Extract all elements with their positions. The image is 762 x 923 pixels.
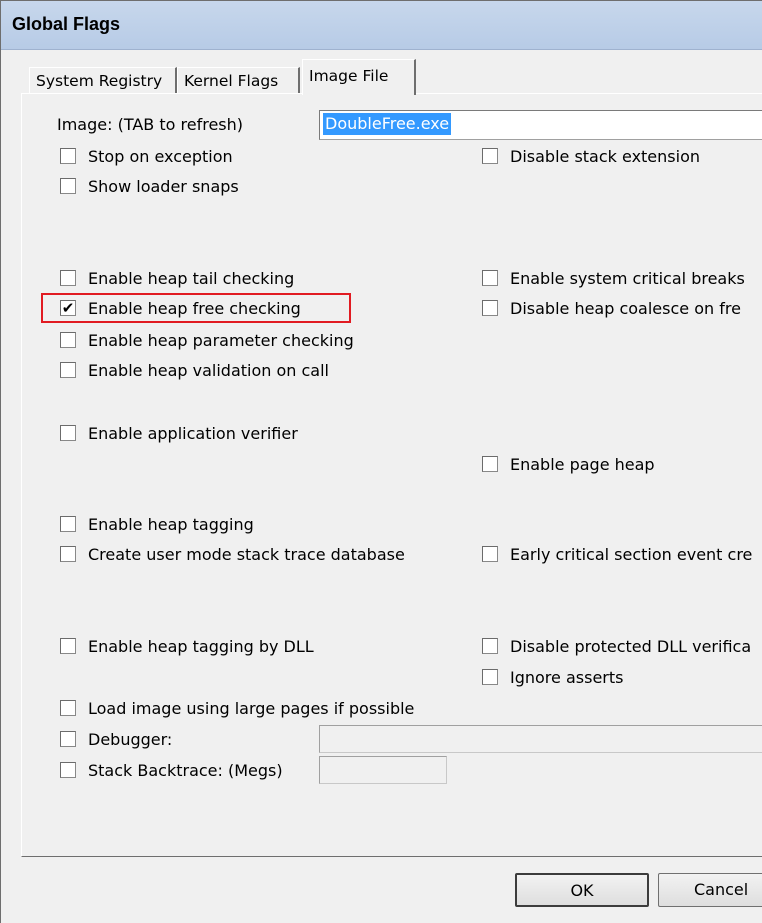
checkbox-disable-stack-extension[interactable]: Disable stack extension xyxy=(482,145,700,167)
checkbox-label: Early critical section event cre xyxy=(510,544,753,564)
checkbox-label: Enable heap validation on call xyxy=(88,360,329,380)
tab-strip: System Registry Kernel Flags Image File xyxy=(1,59,762,95)
checkbox-label: Enable heap free checking xyxy=(88,298,301,318)
checkbox-heap-tail-checking[interactable]: Enable heap tail checking xyxy=(60,267,294,289)
checkbox-label: Enable application verifier xyxy=(88,423,298,443)
checkbox-stop-on-exception[interactable]: Stop on exception xyxy=(60,145,233,167)
checkbox-box[interactable] xyxy=(60,362,76,378)
checkbox-box[interactable] xyxy=(60,332,76,348)
checkmark-icon[interactable]: ✔ xyxy=(60,300,76,316)
checkbox-label: Show loader snaps xyxy=(88,176,239,196)
checkbox-label: Disable stack extension xyxy=(510,146,700,166)
checkbox-debugger[interactable]: Debugger: xyxy=(60,728,172,750)
checkbox-label: Enable page heap xyxy=(510,454,655,474)
checkbox-box[interactable] xyxy=(482,638,498,654)
checkbox-box[interactable] xyxy=(60,546,76,562)
checkbox-label: Enable heap tail checking xyxy=(88,268,295,288)
checkbox-large-pages[interactable]: Load image using large pages if possible xyxy=(60,697,414,719)
checkbox-label: Enable system critical breaks xyxy=(510,268,745,288)
checkbox-heap-coalesce[interactable]: Disable heap coalesce on fre xyxy=(482,297,741,319)
checkbox-user-mode-stack-trace[interactable]: Create user mode stack trace database xyxy=(60,543,405,565)
checkbox-show-loader-snaps[interactable]: Show loader snaps xyxy=(60,175,239,197)
checkbox-label: Debugger: xyxy=(88,729,173,749)
checkbox-box[interactable] xyxy=(482,669,498,685)
checkbox-label: Disable heap coalesce on fre xyxy=(510,298,741,318)
stack-backtrace-input[interactable] xyxy=(319,756,447,784)
checkbox-box[interactable] xyxy=(60,425,76,441)
tab-image-file[interactable]: Image File xyxy=(302,59,416,95)
window-title: Global Flags xyxy=(12,14,121,34)
checkbox-box[interactable] xyxy=(60,700,76,716)
checkbox-box[interactable] xyxy=(482,270,498,286)
checkbox-box[interactable] xyxy=(60,638,76,654)
checkbox-label: Load image using large pages if possible xyxy=(88,698,415,718)
checkbox-box[interactable] xyxy=(482,148,498,164)
image-name-value: DoubleFree.exe xyxy=(323,113,452,135)
checkbox-box[interactable] xyxy=(60,178,76,194)
checkbox-application-verifier[interactable]: Enable application verifier xyxy=(60,422,298,444)
cancel-button[interactable]: Cancel xyxy=(658,873,762,907)
checkbox-heap-tagging[interactable]: Enable heap tagging xyxy=(60,513,254,535)
tab-system-registry[interactable]: System Registry xyxy=(29,67,177,93)
checkbox-heap-validation-on-call[interactable]: Enable heap validation on call xyxy=(60,359,329,381)
image-name-input[interactable]: DoubleFree.exe xyxy=(319,110,762,140)
ok-button[interactable]: OK xyxy=(515,873,649,907)
checkbox-stack-backtrace[interactable]: Stack Backtrace: (Megs) xyxy=(60,759,283,781)
checkbox-label: Enable heap tagging xyxy=(88,514,254,534)
checkbox-system-critical-breaks[interactable]: Enable system critical breaks xyxy=(482,267,745,289)
checkbox-label: Create user mode stack trace database xyxy=(88,544,405,564)
checkbox-label: Stack Backtrace: (Megs) xyxy=(88,760,283,780)
checkbox-label: Enable heap parameter checking xyxy=(88,330,354,350)
checkbox-box[interactable] xyxy=(60,516,76,532)
checkbox-heap-free-checking[interactable]: ✔ Enable heap free checking xyxy=(60,297,301,319)
checkbox-label: Stop on exception xyxy=(88,146,233,166)
checkbox-box[interactable] xyxy=(60,148,76,164)
checkbox-box[interactable] xyxy=(482,300,498,316)
checkbox-heap-tagging-by-dll[interactable]: Enable heap tagging by DLL xyxy=(60,635,314,657)
checkbox-box[interactable] xyxy=(60,270,76,286)
checkbox-protected-dll[interactable]: Disable protected DLL verifica xyxy=(482,635,751,657)
checkbox-box[interactable] xyxy=(482,546,498,562)
checkbox-early-critical-section[interactable]: Early critical section event cre xyxy=(482,543,752,565)
checkbox-box[interactable] xyxy=(482,456,498,472)
checkbox-page-heap[interactable]: Enable page heap xyxy=(482,453,655,475)
checkbox-box[interactable] xyxy=(60,762,76,778)
debugger-input[interactable] xyxy=(319,725,762,753)
checkbox-ignore-asserts[interactable]: Ignore asserts xyxy=(482,666,623,688)
tab-kernel-flags[interactable]: Kernel Flags xyxy=(177,67,300,93)
checkbox-label: Disable protected DLL verifica xyxy=(510,636,752,656)
checkbox-heap-parameter-checking[interactable]: Enable heap parameter checking xyxy=(60,329,354,351)
checkbox-box[interactable] xyxy=(60,731,76,747)
title-bar[interactable]: Global Flags xyxy=(1,1,762,50)
checkbox-label: Enable heap tagging by DLL xyxy=(88,636,314,656)
global-flags-window: Global Flags System Registry Kernel Flag… xyxy=(0,0,762,923)
checkbox-label: Ignore asserts xyxy=(510,667,624,687)
image-label: Image: (TAB to refresh) xyxy=(57,115,244,134)
